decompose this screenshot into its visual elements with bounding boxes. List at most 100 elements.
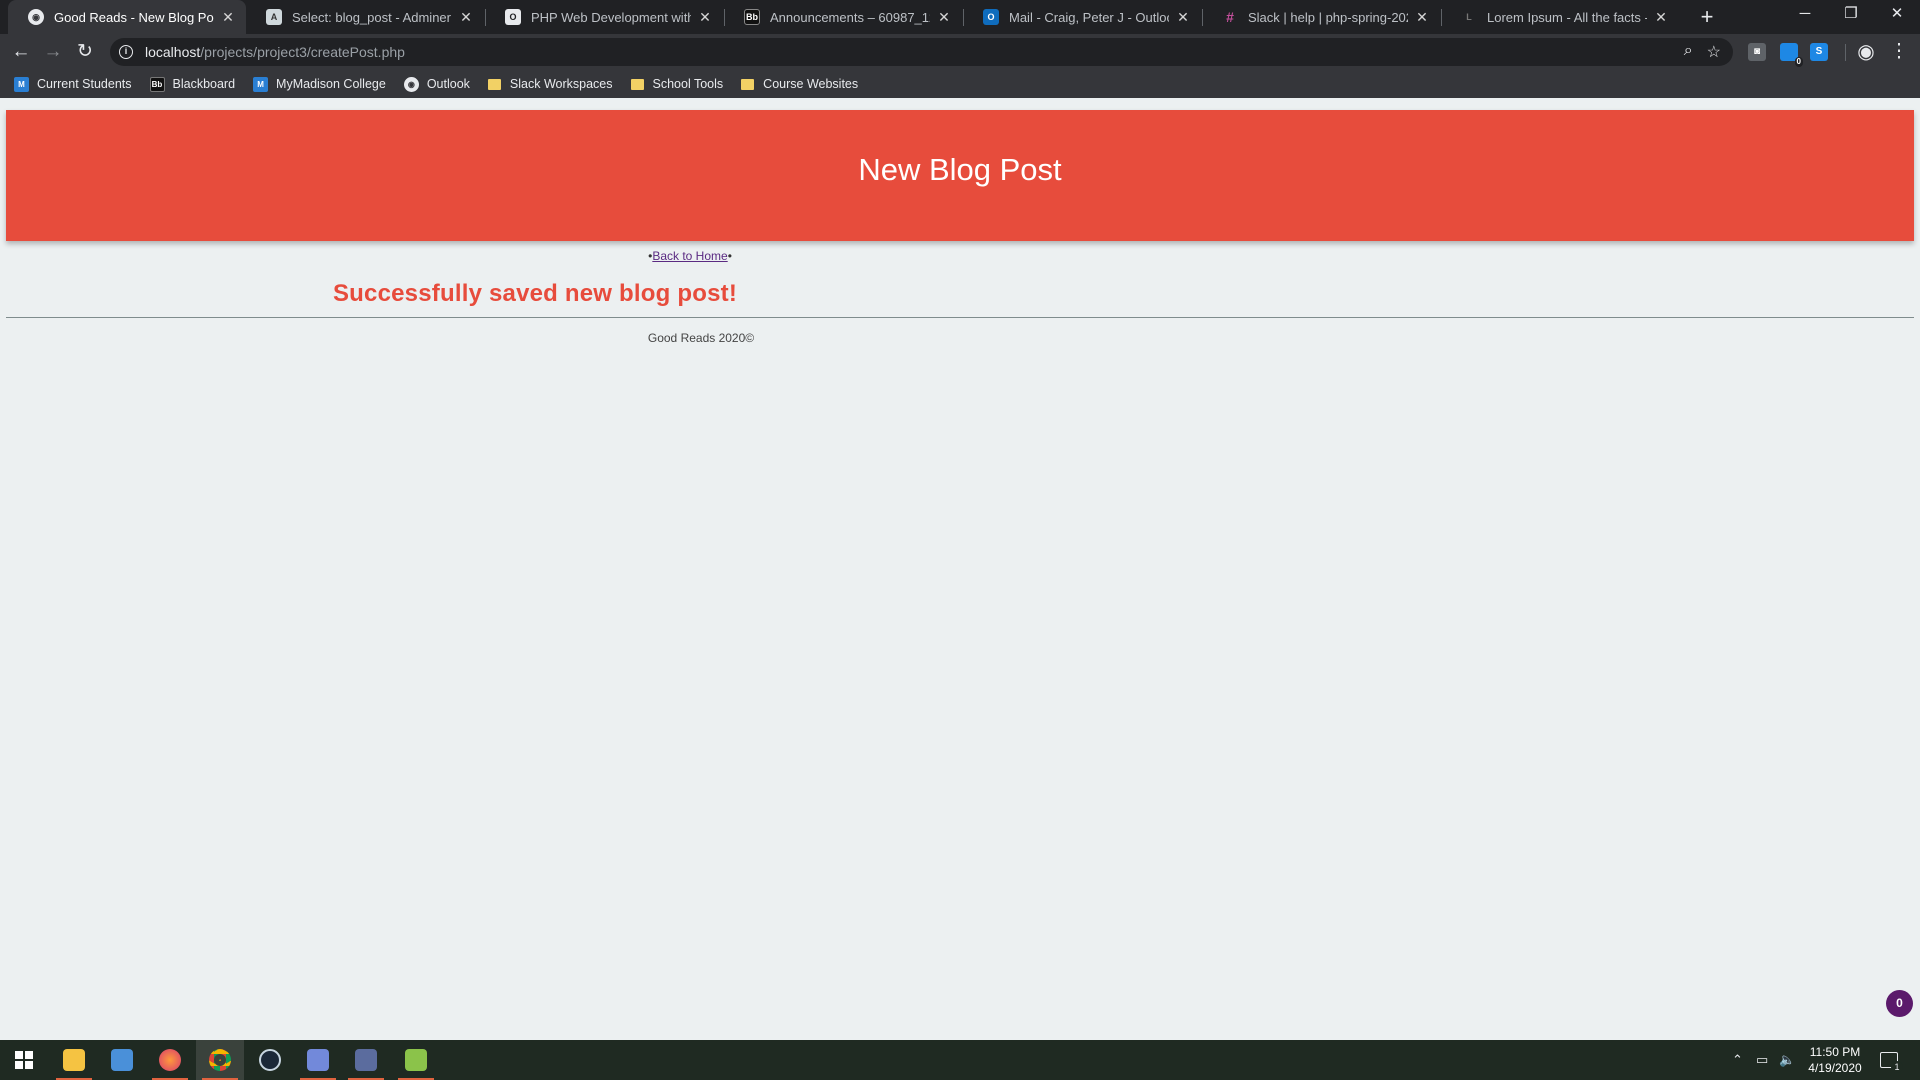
restore-window-button[interactable]: ❐ (1828, 0, 1874, 30)
page-nav: •Back to Home• (0, 249, 1380, 263)
bookmark-label: MyMadison College (276, 77, 386, 91)
madison-college-icon: M (14, 76, 29, 92)
start-button[interactable] (0, 1040, 48, 1080)
close-tab-icon[interactable]: ✕ (458, 9, 474, 26)
network-icon[interactable]: ▭ (1756, 1040, 1768, 1080)
url-text: localhost/projects/project3/createPost.p… (145, 44, 405, 60)
folder-icon (741, 78, 755, 90)
site-info-icon[interactable]: i (119, 45, 133, 59)
tab-title: Announcements – 60987_1208 (770, 9, 930, 25)
tab-title: Slack | help | php-spring-2020 (1248, 9, 1408, 25)
bookmark-folder-slack-workspaces[interactable]: Slack Workspaces (487, 77, 613, 91)
tab-good-reads[interactable]: ◉ Good Reads - New Blog Post ✕ (8, 0, 246, 34)
tab-announcements[interactable]: Bb Announcements – 60987_1208 ✕ (724, 0, 962, 34)
profile-avatar-icon[interactable]: ◉ (1853, 39, 1879, 65)
close-tab-icon[interactable]: ✕ (936, 9, 952, 26)
toolbar-separator (1845, 44, 1846, 61)
app-icon (355, 1049, 377, 1071)
extension-badge: 0 (1794, 57, 1803, 67)
tab-title: Good Reads - New Blog Post (54, 9, 214, 25)
tab-lorem-ipsum[interactable]: L Lorem Ipsum - All the facts - Lips ✕ (1441, 0, 1679, 34)
tab-strip: ◉ Good Reads - New Blog Post ✕ A Select:… (0, 0, 1920, 34)
bookmark-label: Slack Workspaces (509, 77, 613, 91)
taskbar-chrome[interactable] (196, 1040, 244, 1080)
back-to-home-link[interactable]: Back to Home (652, 249, 727, 263)
tab-adminer[interactable]: A Select: blog_post - Adminer ✕ (246, 0, 484, 34)
action-center-icon[interactable]: 1 (1880, 1040, 1903, 1080)
clock-date: 4/19/2020 (1808, 1061, 1862, 1075)
new-tab-button[interactable]: + (1693, 3, 1721, 31)
tab-title: Lorem Ipsum - All the facts - Lips (1487, 9, 1647, 25)
screenshot-extension-icon[interactable]: ◙ (1748, 43, 1766, 61)
tab-slack[interactable]: # Slack | help | php-spring-2020 ✕ (1202, 0, 1440, 34)
folder-icon (487, 78, 501, 90)
taskbar-file-explorer[interactable] (50, 1040, 98, 1080)
page-header: New Blog Post (6, 110, 1914, 241)
bookmark-label: Blackboard (172, 77, 236, 91)
volume-icon[interactable]: 🔈 (1779, 1040, 1795, 1080)
action-center-badge: 1 (1891, 1061, 1903, 1073)
tab-outlook[interactable]: O Mail - Craig, Peter J - Outlook ✕ (963, 0, 1201, 34)
taskbar-control-panel[interactable] (98, 1040, 146, 1080)
url-host: localhost (145, 44, 201, 60)
url-path: /projects/project3/createPost.php (200, 44, 405, 60)
slack-icon: # (1226, 9, 1234, 25)
steam-icon (259, 1049, 281, 1071)
close-tab-icon[interactable]: ✕ (697, 9, 713, 26)
close-window-button[interactable]: ✕ (1874, 0, 1920, 30)
outlook-icon: O (983, 9, 999, 25)
zoom-icon[interactable]: ⌕ (1684, 42, 1693, 62)
close-tab-icon[interactable]: ✕ (1653, 9, 1669, 26)
minimize-window-button[interactable]: ─ (1782, 0, 1828, 30)
taskbar-firefox[interactable] (146, 1040, 194, 1080)
windows-logo-icon (15, 1051, 33, 1069)
tray-overflow-icon[interactable]: ⌃ (1732, 1040, 1743, 1080)
address-bar-actions: ⌕ ☆ (1684, 42, 1721, 62)
chrome-icon (209, 1049, 231, 1071)
discord-icon (307, 1049, 329, 1071)
page-viewport: New Blog Post •Back to Home• Successfull… (0, 98, 1920, 1040)
taskbar-notepad-plus[interactable] (392, 1040, 440, 1080)
control-panel-icon (111, 1049, 133, 1071)
success-message: Successfully saved new blog post! (332, 280, 738, 307)
bookmarks-bar: M Current Students Bb Blackboard M MyMad… (0, 70, 1920, 98)
bookmark-folder-course-websites[interactable]: Course Websites (741, 77, 858, 91)
bookmark-label: School Tools (652, 77, 724, 91)
book-icon: O (505, 9, 521, 25)
bookmark-label: Course Websites (763, 77, 859, 91)
taskbar-steam[interactable] (246, 1040, 294, 1080)
bookmark-outlook[interactable]: ◉ Outlook (403, 76, 470, 92)
close-tab-icon[interactable]: ✕ (1175, 9, 1191, 26)
bookmark-folder-school-tools[interactable]: School Tools (630, 77, 724, 91)
taskbar-app[interactable] (342, 1040, 390, 1080)
back-button[interactable]: ← (8, 39, 34, 65)
bookmark-label: Current Students (37, 77, 132, 91)
clock-time: 11:50 PM (1809, 1045, 1861, 1059)
globe-icon: ◉ (28, 9, 44, 25)
reload-button[interactable]: ↻ (72, 39, 98, 65)
tab-php-book[interactable]: O PHP Web Development with My ✕ (485, 0, 723, 34)
tab-title: Mail - Craig, Peter J - Outlook (1009, 9, 1169, 25)
bookmark-current-students[interactable]: M Current Students (14, 76, 132, 92)
folder-icon (630, 78, 644, 90)
close-tab-icon[interactable]: ✕ (1414, 9, 1430, 26)
system-clock[interactable]: 11:50 PM 4/19/2020 (1800, 1044, 1870, 1076)
blackboard-icon: Bb (744, 9, 760, 25)
address-bar[interactable]: i localhost/projects/project3/createPost… (110, 38, 1733, 66)
bookmark-mymadison-college[interactable]: M MyMadison College (253, 76, 386, 92)
notification-badge[interactable]: 0 (1886, 990, 1913, 1017)
close-tab-icon[interactable]: ✕ (220, 9, 236, 26)
adminer-icon: A (266, 9, 282, 25)
menu-kebab-icon[interactable]: ⋮ (1886, 39, 1912, 65)
madison-college-icon: M (253, 76, 269, 92)
taskbar-discord[interactable] (294, 1040, 342, 1080)
extension-icon[interactable]: 0 (1780, 43, 1803, 67)
blackboard-icon: Bb (149, 76, 165, 92)
forward-button[interactable]: → (40, 39, 66, 65)
bookmark-label: Outlook (426, 77, 470, 91)
page-title: New Blog Post (858, 152, 1062, 187)
bookmark-blackboard[interactable]: Bb Blackboard (149, 76, 236, 92)
nav-bullet: • (727, 249, 732, 263)
skype-extension-icon[interactable]: S (1810, 43, 1828, 61)
bookmark-star-icon[interactable]: ☆ (1707, 42, 1721, 62)
